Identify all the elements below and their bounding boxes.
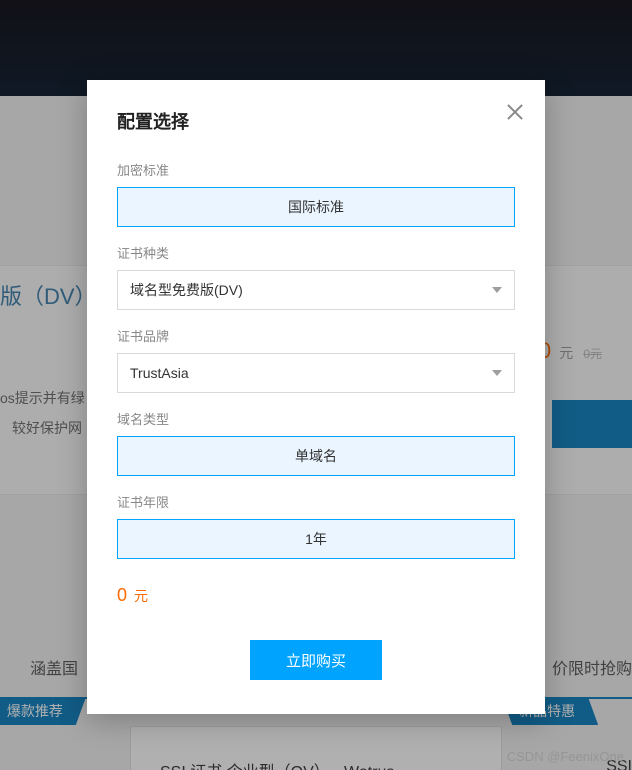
field-label-cert-years: 证书年限 bbox=[117, 492, 515, 511]
modal-price: 0 元 bbox=[117, 585, 515, 606]
select-cert-type-value: 域名型免费版(DV) bbox=[130, 280, 243, 300]
chevron-down-icon bbox=[492, 287, 502, 293]
select-cert-brand-value: TrustAsia bbox=[130, 365, 189, 381]
modal-price-unit: 元 bbox=[134, 588, 148, 604]
field-label-encryption: 加密标准 bbox=[117, 160, 515, 179]
field-label-cert-brand: 证书品牌 bbox=[117, 326, 515, 345]
close-icon[interactable] bbox=[503, 100, 527, 124]
config-modal: 配置选择 加密标准 国际标准 证书种类 域名型免费版(DV) 证书品牌 Trus… bbox=[87, 80, 545, 714]
field-label-cert-type: 证书种类 bbox=[117, 243, 515, 262]
select-cert-brand[interactable]: TrustAsia bbox=[117, 353, 515, 393]
field-label-domain-type: 域名类型 bbox=[117, 409, 515, 428]
chevron-down-icon bbox=[492, 370, 502, 376]
option-domain-single[interactable]: 单域名 bbox=[117, 436, 515, 476]
select-cert-type[interactable]: 域名型免费版(DV) bbox=[117, 270, 515, 310]
option-encryption-standard[interactable]: 国际标准 bbox=[117, 187, 515, 227]
modal-price-value: 0 bbox=[117, 585, 127, 605]
modal-title: 配置选择 bbox=[117, 108, 515, 134]
buy-now-button[interactable]: 立即购买 bbox=[250, 640, 382, 680]
option-years-1[interactable]: 1年 bbox=[117, 519, 515, 559]
